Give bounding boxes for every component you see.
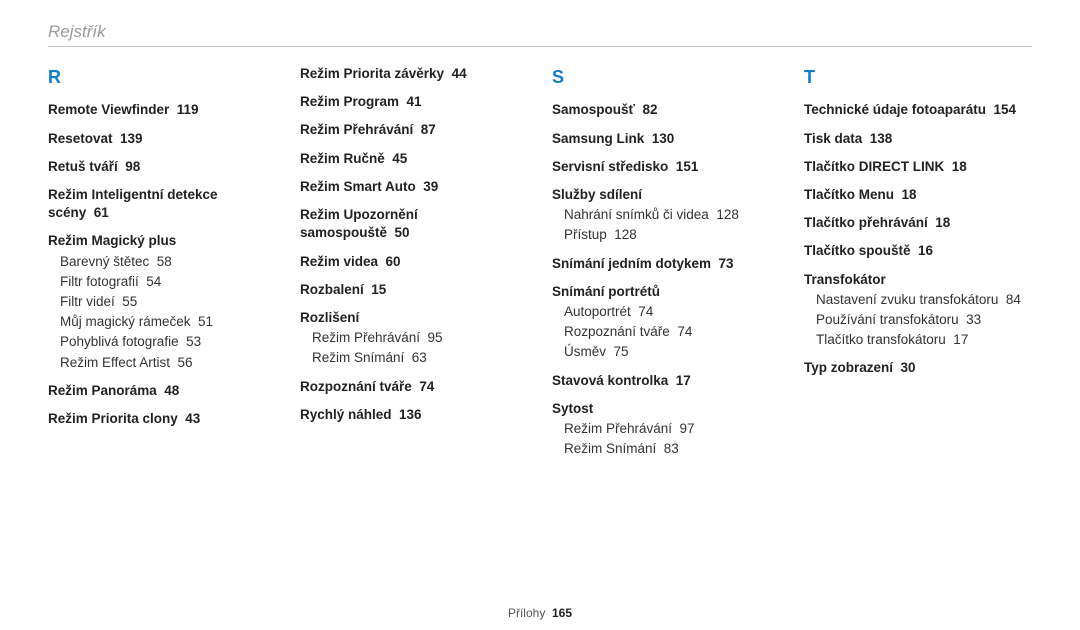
index-subentry: Režim Effect Artist 56 xyxy=(48,354,276,372)
index-entry: Rozbalení 15 xyxy=(300,281,528,299)
index-entry: Tisk data 138 xyxy=(804,130,1032,148)
index-entry: Režim Smart Auto 39 xyxy=(300,178,528,196)
index-subentry: Tlačítko transfokátoru 17 xyxy=(804,331,1032,349)
footer: Přílohy 165 xyxy=(0,606,1080,620)
index-subentry: Filtr fotografií 54 xyxy=(48,273,276,291)
index-subentry: Režim Přehrávání 97 xyxy=(552,420,780,438)
index-entry: Sytost xyxy=(552,400,780,418)
index-column: S Samospoušť 82 Samsung Link 130 Servisní s… xyxy=(552,65,780,459)
index-subentry: Používání transfokátoru 33 xyxy=(804,311,1032,329)
index-entry: Resetovat 139 xyxy=(48,130,276,148)
index-subentry: Nastavení zvuku transfokátoru 84 xyxy=(804,291,1032,309)
index-entry: Retuš tváří 98 xyxy=(48,158,276,176)
index-letter: T xyxy=(804,65,1032,89)
index-entry: Snímání portrétů xyxy=(552,283,780,301)
page-title: Rejstřík xyxy=(48,22,1032,46)
footer-label: Přílohy xyxy=(508,606,545,620)
index-entry: Remote Viewfinder 119 xyxy=(48,101,276,119)
index-entry: Snímání jedním dotykem 73 xyxy=(552,255,780,273)
index-entry: Tlačítko přehrávání 18 xyxy=(804,214,1032,232)
index-subentry: Rozpoznání tváře 74 xyxy=(552,323,780,341)
index-subentry: Autoportrét 74 xyxy=(552,303,780,321)
index-column: Režim Priorita závěrky 44 Režim Program 4… xyxy=(300,65,528,459)
index-entry: Samospoušť 82 xyxy=(552,101,780,119)
index-subentry: Pohyblivá fotografie 53 xyxy=(48,333,276,351)
index-entry: Technické údaje fotoaparátu 154 xyxy=(804,101,1032,119)
index-columns: R Remote Viewfinder 119 Resetovat 139 Retuš… xyxy=(48,65,1032,459)
index-subentry: Přístup 128 xyxy=(552,226,780,244)
index-entry: Tlačítko DIRECT LINK 18 xyxy=(804,158,1032,176)
index-column: R Remote Viewfinder 119 Resetovat 139 Retuš… xyxy=(48,65,276,459)
index-entry: Servisní středisko 151 xyxy=(552,158,780,176)
index-entry: Stavová kontrolka 17 xyxy=(552,372,780,390)
index-entry: Rozpoznání tváře 74 xyxy=(300,378,528,396)
footer-page-number: 165 xyxy=(552,606,572,620)
index-column: T Technické údaje fotoaparátu 154 Tisk dat… xyxy=(804,65,1032,459)
index-subentry: Režim Snímání 83 xyxy=(552,440,780,458)
index-subentry: Můj magický rámeček 51 xyxy=(48,313,276,331)
index-entry: Režim Panoráma 48 xyxy=(48,382,276,400)
index-subentry: Filtr videí 55 xyxy=(48,293,276,311)
index-entry: Režim Upozornění samospouště 50 xyxy=(300,206,528,242)
index-entry: Rozlišení xyxy=(300,309,528,327)
index-entry: Režim Program 41 xyxy=(300,93,528,111)
index-entry: Režim Ručně 45 xyxy=(300,150,528,168)
index-letter: S xyxy=(552,65,780,89)
index-subentry: Barevný štětec 58 xyxy=(48,253,276,271)
index-entry: Tlačítko spouště 16 xyxy=(804,242,1032,260)
index-entry: Režim Priorita závěrky 44 xyxy=(300,65,528,83)
index-letter: R xyxy=(48,65,276,89)
index-entry: Režim Inteligentní detekce scény 61 xyxy=(48,186,276,222)
index-subentry: Režim Snímání 63 xyxy=(300,349,528,367)
index-entry: Tlačítko Menu 18 xyxy=(804,186,1032,204)
index-entry: Transfokátor xyxy=(804,271,1032,289)
index-subentry: Režim Přehrávání 95 xyxy=(300,329,528,347)
index-entry: Typ zobrazení 30 xyxy=(804,359,1032,377)
horizontal-rule xyxy=(48,46,1032,47)
index-entry: Režim Magický plus xyxy=(48,232,276,250)
index-entry: Samsung Link 130 xyxy=(552,130,780,148)
index-entry: Režim Přehrávání 87 xyxy=(300,121,528,139)
index-entry: Služby sdílení xyxy=(552,186,780,204)
index-entry: Režim Priorita clony 43 xyxy=(48,410,276,428)
index-entry: Režim videa 60 xyxy=(300,253,528,271)
index-subentry: Úsměv 75 xyxy=(552,343,780,361)
index-entry: Rychlý náhled 136 xyxy=(300,406,528,424)
index-subentry: Nahrání snímků či videa 128 xyxy=(552,206,780,224)
